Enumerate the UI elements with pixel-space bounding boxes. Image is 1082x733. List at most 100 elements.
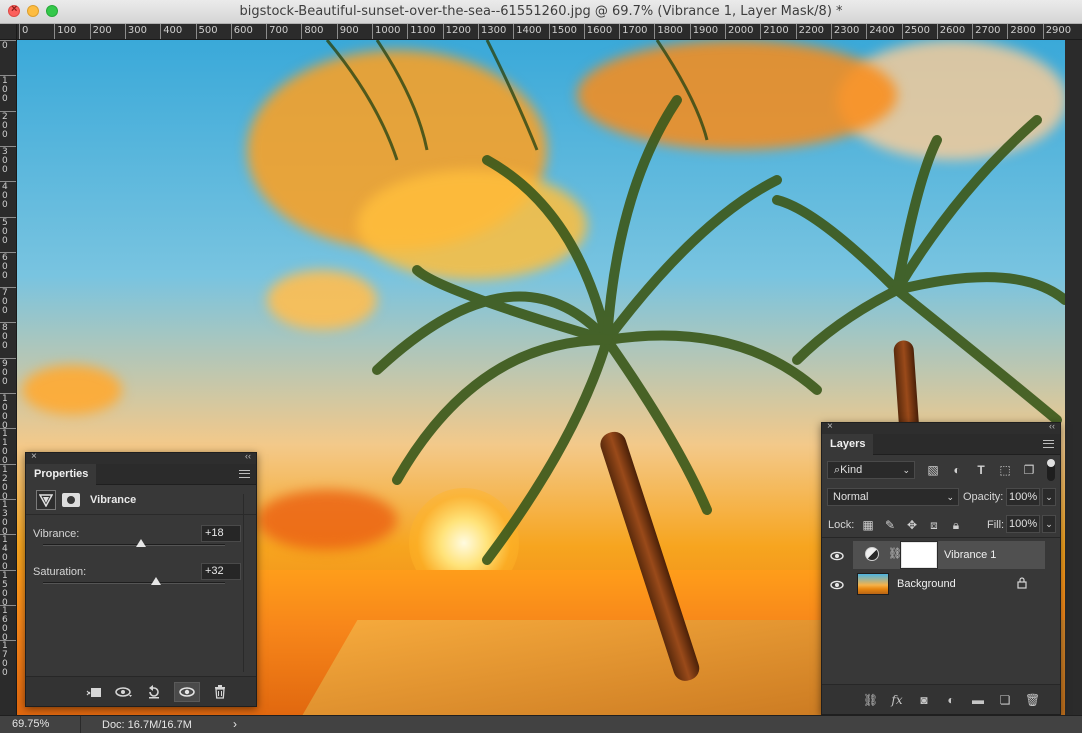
filter-toggle[interactable] xyxy=(1047,459,1055,481)
ruler-tick: 900 xyxy=(336,24,359,39)
clip-to-layer-icon[interactable] xyxy=(84,682,104,702)
tab-layers[interactable]: Layers xyxy=(822,434,874,455)
layer-mask-thumbnail[interactable] xyxy=(900,541,938,569)
delete-layer-icon[interactable]: 🗑︎ xyxy=(1025,693,1040,707)
saturation-input[interactable]: +32 xyxy=(201,563,241,580)
tab-properties[interactable]: Properties xyxy=(26,464,97,485)
saturation-label: Saturation: xyxy=(33,566,87,578)
ruler-tick: 1700 xyxy=(619,24,648,39)
horizontal-ruler[interactable]: 0 100 200 300 400 500 600 700 800 900 1000 1100 1200… xyxy=(17,24,1082,40)
ruler-tick-label: 1200 xyxy=(445,25,472,36)
adjustment-filter-icon[interactable]: ◐ xyxy=(948,461,966,479)
blend-mode-select[interactable]: Normal ⌄ xyxy=(827,488,959,506)
add-mask-icon[interactable]: ◙ xyxy=(917,693,931,707)
new-group-icon[interactable]: ▬ xyxy=(971,693,985,707)
ruler-tick-label: 2200 xyxy=(798,25,825,36)
ruler-tick: 1100 xyxy=(407,24,436,39)
ruler-tick: 900 xyxy=(0,357,16,387)
panel-menu-icon[interactable] xyxy=(1043,440,1054,448)
pixel-filter-icon[interactable]: ▧ xyxy=(924,461,942,479)
link-icon[interactable]: ⛓︎ xyxy=(888,547,902,560)
vibrance-adjustment-icon[interactable] xyxy=(36,489,56,510)
ruler-tick-label: 0 xyxy=(2,41,8,51)
link-layers-icon[interactable]: ⛓︎ xyxy=(863,693,878,707)
filter-kind-select[interactable]: ⌕Kind ⌄ xyxy=(827,461,915,479)
saturation-slider[interactable] xyxy=(43,577,225,585)
collapse-panel-icon[interactable]: ‹‹ xyxy=(1049,421,1055,431)
layer-style-icon[interactable]: fx xyxy=(890,693,904,707)
smart-object-filter-icon[interactable]: ❐ xyxy=(1020,461,1038,479)
eye-icon[interactable] xyxy=(830,550,846,562)
fill-input[interactable]: 100% xyxy=(1006,515,1040,533)
collapse-panel-icon[interactable]: ‹‹ xyxy=(245,451,251,461)
ruler-tick-label: 1300 xyxy=(2,499,8,537)
lock-artboard-icon[interactable]: ⧈ xyxy=(925,516,943,534)
ruler-tick: 2700 xyxy=(972,24,1001,39)
saturation-row: Saturation: +32 xyxy=(33,563,241,583)
zoom-level[interactable]: 69.75% xyxy=(12,718,49,730)
eye-icon[interactable] xyxy=(830,579,846,591)
ruler-tick: 1200 xyxy=(442,24,471,39)
lock-all-icon[interactable]: 🔒︎ xyxy=(947,516,965,534)
opacity-input[interactable]: 100% xyxy=(1006,488,1040,506)
ruler-tick-label: 700 xyxy=(2,288,8,317)
ruler-tick: 2800 xyxy=(1007,24,1036,39)
opacity-dropdown-icon[interactable]: ⌄ xyxy=(1042,488,1056,506)
close-window-button[interactable] xyxy=(8,3,20,17)
panel-menu-icon[interactable] xyxy=(239,470,250,478)
ruler-tick: 1600 xyxy=(0,604,16,643)
ruler-tick-label: 1500 xyxy=(2,570,8,608)
ruler-tick: 200 xyxy=(89,24,112,39)
lock-position-icon[interactable]: ✥ xyxy=(903,516,921,534)
vibrance-label: Vibrance: xyxy=(33,528,80,540)
ruler-tick: 2300 xyxy=(830,24,859,39)
visibility-icon[interactable] xyxy=(174,681,200,702)
layer-row-vibrance[interactable]: ⛓︎ Vibrance 1 xyxy=(853,541,1045,569)
ruler-tick-label: 1000 xyxy=(2,394,8,431)
layer-mask-icon[interactable] xyxy=(62,492,80,507)
minimize-window-button[interactable] xyxy=(27,5,39,17)
type-filter-icon[interactable]: T xyxy=(972,461,990,479)
ruler-corner[interactable] xyxy=(0,24,17,40)
properties-scrollbar[interactable] xyxy=(243,494,244,672)
ruler-tick-label: 2400 xyxy=(869,25,895,36)
ruler-tick: 2100 xyxy=(760,24,789,39)
ruler-tick-label: 0 xyxy=(22,25,29,36)
trash-icon[interactable] xyxy=(210,682,230,702)
blend-mode-value: Normal xyxy=(833,491,869,503)
new-layer-icon[interactable]: ❏ xyxy=(998,693,1012,707)
lock-transparent-pixels-icon[interactable]: ▦ xyxy=(859,516,877,534)
ruler-tick: 1000 xyxy=(0,393,16,431)
properties-panel: × ‹‹ Properties Vibrance Vibrance: +18 S… xyxy=(25,451,257,707)
ruler-tick-label: 400 xyxy=(163,25,183,36)
lock-image-pixels-icon[interactable]: ✎ xyxy=(881,516,899,534)
vibrance-input[interactable]: +18 xyxy=(201,525,241,542)
view-previous-state-icon[interactable] xyxy=(114,682,134,702)
ruler-tick-label: 2700 xyxy=(975,25,1001,36)
chevron-down-icon: ⌄ xyxy=(902,465,910,475)
ruler-tick-label: 1800 xyxy=(657,25,683,36)
vibrance-slider[interactable] xyxy=(43,539,225,547)
ruler-tick: 800 xyxy=(0,322,16,352)
ruler-tick-label: 1100 xyxy=(410,25,436,36)
zoom-window-button[interactable] xyxy=(46,5,58,17)
ruler-tick: 2600 xyxy=(936,24,965,39)
ruler-tick-label: 1700 xyxy=(622,25,648,36)
layer-row-background[interactable]: Background xyxy=(853,570,1045,598)
vertical-ruler[interactable]: 0 100 200 300 400 500 600 700 800 900 1000 1100 1200… xyxy=(0,40,17,715)
ruler-tick-label: 1400 xyxy=(2,535,8,573)
ruler-tick-label: 800 xyxy=(2,323,8,352)
saturation-slider-thumb[interactable] xyxy=(150,577,161,585)
ruler-tick: 1400 xyxy=(513,24,542,39)
fill-dropdown-icon[interactable]: ⌄ xyxy=(1042,515,1056,533)
reset-icon[interactable] xyxy=(144,682,164,702)
new-adjustment-layer-icon[interactable]: ◐ xyxy=(944,693,958,707)
chevron-right-icon[interactable]: › xyxy=(233,717,237,731)
vibrance-slider-thumb[interactable] xyxy=(136,539,147,547)
shape-filter-icon[interactable]: ⬚ xyxy=(996,461,1014,479)
vibrance-row: Vibrance: +18 xyxy=(33,525,241,545)
close-panel-icon[interactable]: × xyxy=(31,451,37,462)
adjustment-layer-icon xyxy=(865,547,879,561)
close-panel-icon[interactable]: × xyxy=(827,421,833,432)
ruler-tick-label: 400 xyxy=(2,182,8,211)
